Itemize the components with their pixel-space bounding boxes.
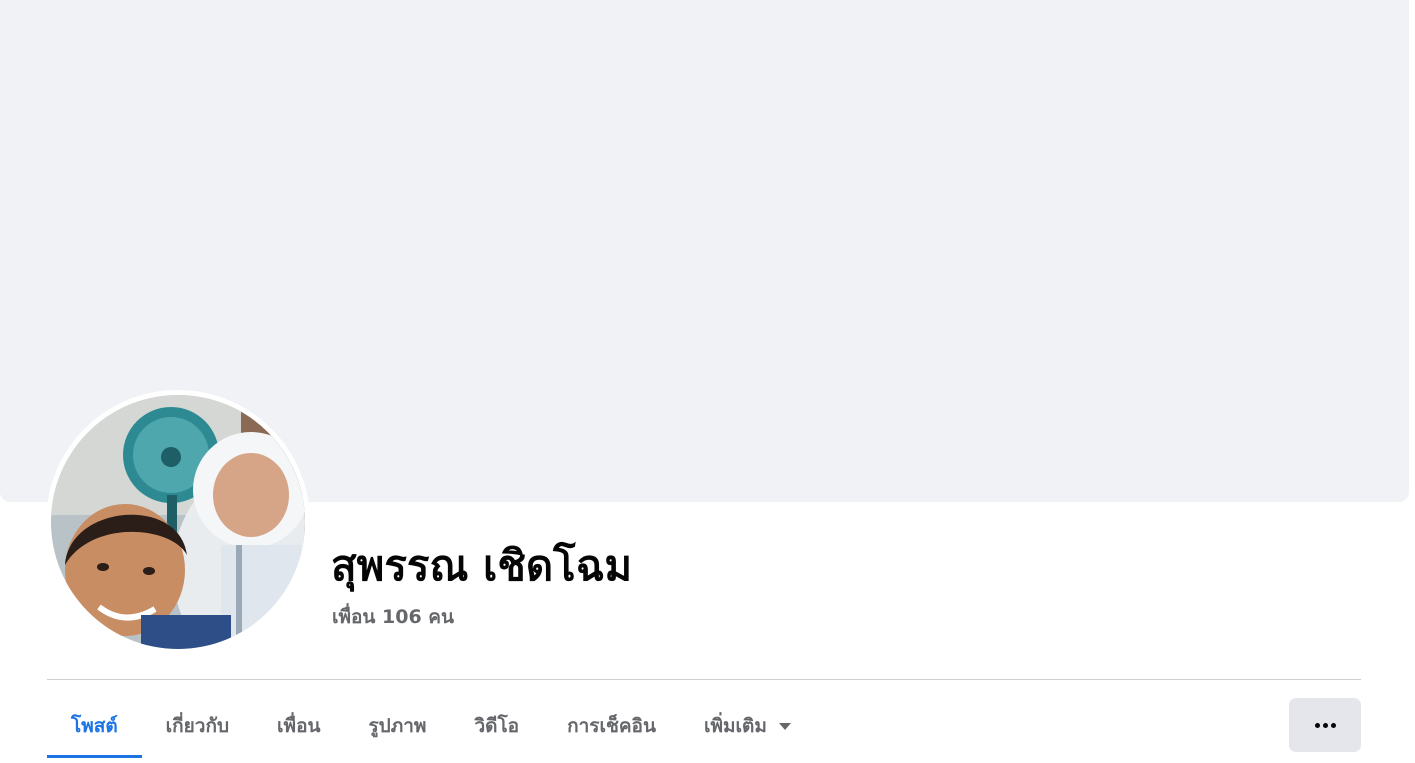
ellipsis-icon (1314, 722, 1336, 728)
avatar[interactable] (51, 395, 305, 649)
tab-friends[interactable]: เพื่อน (253, 698, 344, 754)
friends-count[interactable]: เพื่อน 106 คน (332, 603, 454, 631)
avatar-image (51, 395, 305, 649)
dot-icon (1330, 722, 1336, 728)
tab-photos[interactable]: รูปภาพ (344, 698, 450, 754)
tab-more[interactable]: เพิ่มเติม (680, 698, 815, 754)
more-options-button[interactable] (1289, 698, 1361, 752)
dot-icon (1322, 722, 1328, 728)
dot-icon (1314, 722, 1320, 728)
tab-videos-label: วิดีโอ (474, 715, 520, 737)
tab-friends-label: เพื่อน (277, 715, 321, 737)
profile-name: สุพรรณ เชิดโฉม (331, 541, 633, 590)
tab-posts[interactable]: โพสต์ (47, 698, 142, 758)
tab-videos[interactable]: วิดีโอ (450, 698, 543, 754)
tab-more-label: เพิ่มเติม (703, 715, 767, 737)
caret-down-icon (778, 722, 791, 730)
tab-about-label: เกี่ยวกับ (165, 715, 230, 737)
tab-photos-label: รูปภาพ (368, 715, 427, 737)
divider (47, 679, 1361, 680)
tab-posts-label: โพสต์ (71, 715, 118, 737)
profile-picture[interactable] (46, 390, 310, 654)
tab-checkins-label: การเช็คอิน (567, 715, 656, 737)
profile-tabs: โพสต์ เกี่ยวกับ เพื่อน รูปภาพ วิดีโอ การ… (47, 698, 815, 758)
tab-checkins[interactable]: การเช็คอิน (543, 698, 680, 754)
tab-about[interactable]: เกี่ยวกับ (142, 698, 253, 754)
